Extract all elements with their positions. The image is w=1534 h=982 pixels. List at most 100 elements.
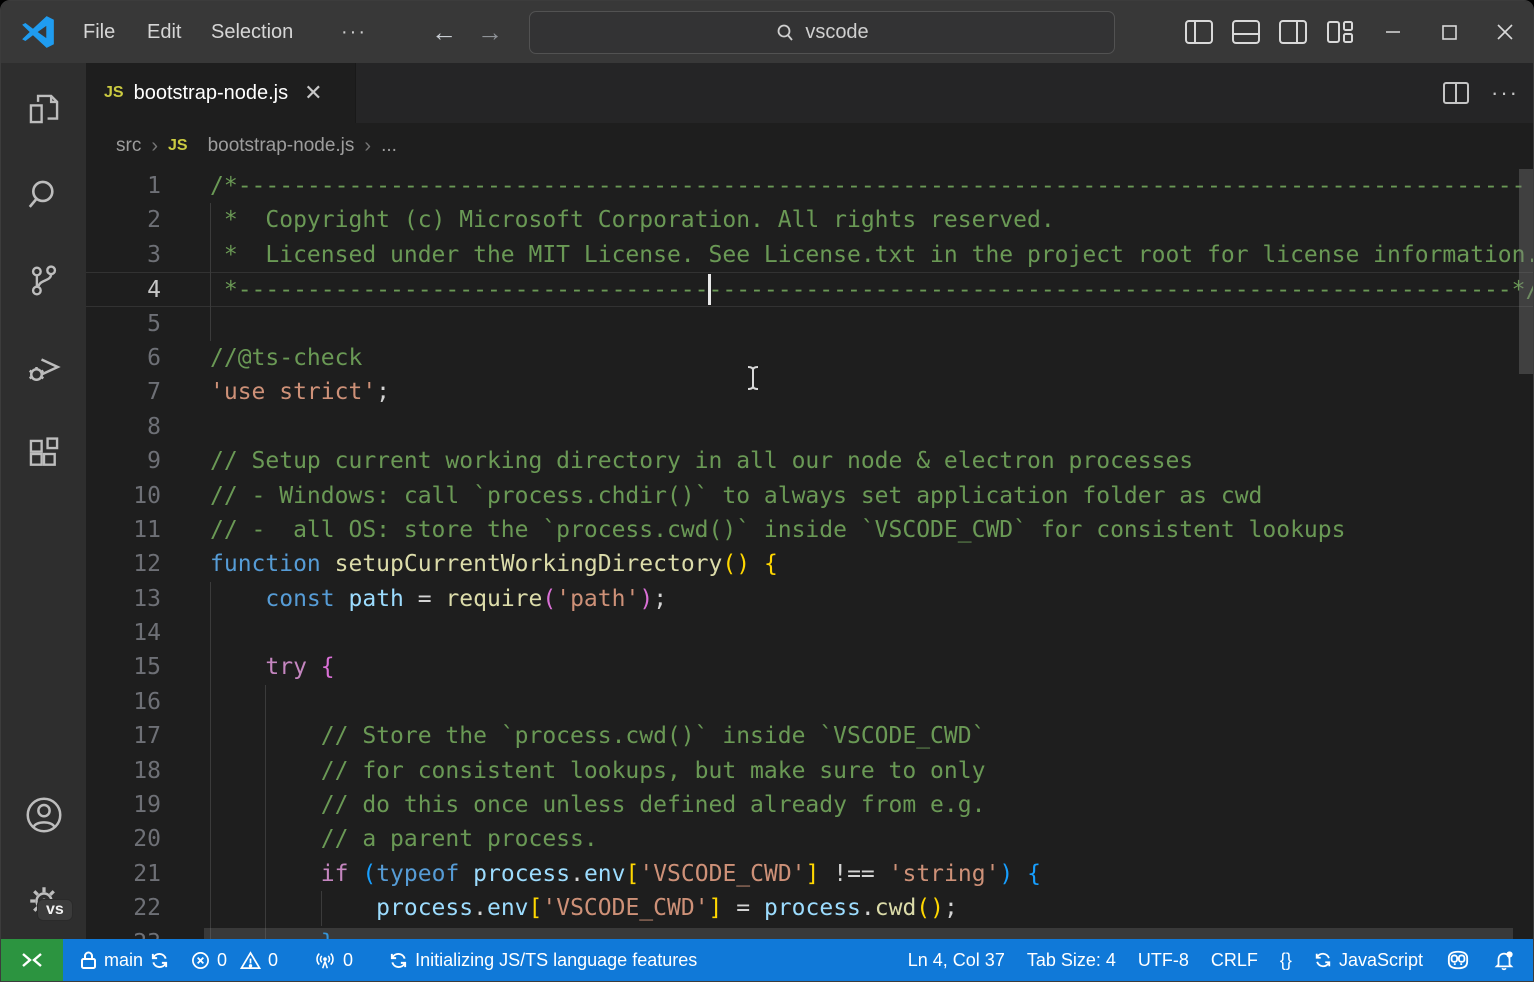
explorer-icon[interactable] xyxy=(1,83,86,135)
status-language-busy[interactable]: Initializing JS/TS language features xyxy=(378,939,708,981)
code-text: // - Windows: call `process.chdir()` to … xyxy=(161,479,1262,513)
status-eol[interactable]: CRLF xyxy=(1200,939,1269,981)
vertical-scrollbar[interactable] xyxy=(1519,169,1533,374)
toggle-secondary-sidebar-icon[interactable] xyxy=(1278,17,1308,47)
line-number[interactable]: 11 xyxy=(86,513,161,547)
line-number[interactable]: 2 xyxy=(86,203,161,237)
status-tab-size[interactable]: Tab Size: 4 xyxy=(1016,939,1127,981)
customize-layout-icon[interactable] xyxy=(1325,17,1355,47)
line-number[interactable]: 20 xyxy=(86,822,161,856)
menu-selection[interactable]: Selection xyxy=(199,1,305,63)
line-number[interactable]: 21 xyxy=(86,857,161,891)
line-number[interactable]: 19 xyxy=(86,788,161,822)
toggle-primary-sidebar-icon[interactable] xyxy=(1184,17,1214,47)
code-line[interactable]: 17 // Store the `process.cwd()` inside `… xyxy=(86,719,1533,753)
line-number[interactable]: 13 xyxy=(86,582,161,616)
line-number[interactable]: 3 xyxy=(86,238,161,272)
account-icon[interactable] xyxy=(1,789,86,841)
line-number[interactable]: 17 xyxy=(86,719,161,753)
line-number[interactable]: 9 xyxy=(86,444,161,478)
maximize-button[interactable] xyxy=(1421,1,1477,63)
code-line[interactable]: 13 const path = require('path'); xyxy=(86,582,1533,616)
line-number[interactable]: 7 xyxy=(86,375,161,409)
extensions-icon[interactable] xyxy=(1,428,86,480)
breadcrumb-file[interactable]: bootstrap-node.js xyxy=(208,135,355,157)
command-center-search[interactable]: vscode xyxy=(529,11,1115,54)
branch-name: main xyxy=(104,950,143,971)
close-button[interactable] xyxy=(1477,1,1533,63)
busy-message: Initializing JS/TS language features xyxy=(415,950,697,971)
status-braces-action[interactable]: {} xyxy=(1269,939,1303,981)
breadcrumb-symbol-ellipsis[interactable]: ... xyxy=(381,135,397,157)
menu-edit[interactable]: Edit xyxy=(135,1,193,63)
toggle-panel-icon[interactable] xyxy=(1231,17,1261,47)
menu-overflow[interactable]: ··· xyxy=(329,1,379,63)
status-branch[interactable]: main xyxy=(69,939,180,981)
run-debug-icon[interactable] xyxy=(1,341,86,393)
code-line[interactable]: 2 * Copyright (c) Microsoft Corporation.… xyxy=(86,203,1533,237)
line-number[interactable]: 16 xyxy=(86,685,161,719)
breadcrumb-folder[interactable]: src xyxy=(116,135,141,157)
code-line[interactable]: 4 *-------------------------------------… xyxy=(86,272,1533,306)
code-line[interactable]: 3 * Licensed under the MIT License. See … xyxy=(86,238,1533,272)
code-line[interactable]: 12function setupCurrentWorkingDirectory(… xyxy=(86,547,1533,581)
line-number[interactable]: 14 xyxy=(86,616,161,650)
code-line[interactable]: 9// Setup current working directory in a… xyxy=(86,444,1533,478)
code-line[interactable]: 5 xyxy=(86,307,1533,341)
line-number[interactable]: 12 xyxy=(86,547,161,581)
notifications-bell-icon[interactable] xyxy=(1482,939,1533,981)
code-line[interactable]: 11// - all OS: store the `process.cwd()`… xyxy=(86,513,1533,547)
code-line[interactable]: 14 xyxy=(86,616,1533,650)
code-text: // a parent process. xyxy=(161,822,598,856)
lock-icon xyxy=(80,950,97,970)
tab-close-icon[interactable]: ✕ xyxy=(304,82,322,104)
copilot-icon[interactable] xyxy=(1434,939,1482,981)
search-sidebar-icon[interactable] xyxy=(1,169,86,221)
code-text: // do this once unless defined already f… xyxy=(161,788,985,822)
title-bar: File Edit Selection ··· ← → vscode xyxy=(1,1,1533,63)
line-number[interactable]: 18 xyxy=(86,754,161,788)
status-encoding[interactable]: UTF-8 xyxy=(1127,939,1200,981)
ports-count: 0 xyxy=(343,950,353,971)
line-number[interactable]: 5 xyxy=(86,307,161,341)
minimize-button[interactable] xyxy=(1365,1,1421,63)
status-ports[interactable]: 0 xyxy=(303,939,364,981)
line-number[interactable]: 10 xyxy=(86,479,161,513)
code-editor[interactable]: 1/*-------------------------------------… xyxy=(86,169,1533,941)
line-number[interactable]: 8 xyxy=(86,410,161,444)
code-line[interactable]: 6//@ts-check xyxy=(86,341,1533,375)
error-icon xyxy=(191,951,210,970)
line-number[interactable]: 15 xyxy=(86,650,161,684)
code-line[interactable]: 19 // do this once unless defined alread… xyxy=(86,788,1533,822)
code-line[interactable]: 21 if (typeof process.env['VSCODE_CWD'] … xyxy=(86,857,1533,891)
line-number[interactable]: 6 xyxy=(86,341,161,375)
tab-bootstrap-node[interactable]: JS bootstrap-node.js ✕ xyxy=(86,63,356,123)
remote-indicator[interactable] xyxy=(1,939,63,981)
tab-label: bootstrap-node.js xyxy=(134,82,289,105)
settings-gear-icon[interactable]: vs xyxy=(1,875,86,927)
line-number[interactable]: 22 xyxy=(86,891,161,925)
code-line[interactable]: 8 xyxy=(86,410,1533,444)
source-control-icon[interactable] xyxy=(1,255,86,307)
code-text: process.env['VSCODE_CWD'] = process.cwd(… xyxy=(161,891,958,925)
code-text: try { xyxy=(161,650,335,684)
code-line[interactable]: 15 try { xyxy=(86,650,1533,684)
code-line[interactable]: 7'use strict'; xyxy=(86,375,1533,409)
navigate-forward-icon[interactable]: → xyxy=(473,15,507,49)
status-language-mode[interactable]: JavaScript xyxy=(1303,939,1434,981)
code-line[interactable]: 10// - Windows: call `process.chdir()` t… xyxy=(86,479,1533,513)
navigate-back-icon[interactable]: ← xyxy=(427,15,461,49)
status-line-col[interactable]: Ln 4, Col 37 xyxy=(897,939,1016,981)
sync-spin-icon xyxy=(389,951,408,970)
code-line[interactable]: 22 process.env['VSCODE_CWD'] = process.c… xyxy=(86,891,1533,925)
line-number[interactable]: 1 xyxy=(86,169,161,203)
split-editor-icon[interactable] xyxy=(1443,82,1469,104)
code-line[interactable]: 20 // a parent process. xyxy=(86,822,1533,856)
line-number[interactable]: 4 xyxy=(86,273,161,305)
status-problems[interactable]: 0 0 xyxy=(180,939,289,981)
code-line[interactable]: 18 // for consistent lookups, but make s… xyxy=(86,754,1533,788)
menu-file[interactable]: File xyxy=(71,1,127,63)
code-line[interactable]: 1/*-------------------------------------… xyxy=(86,169,1533,203)
editor-more-actions-icon[interactable]: ··· xyxy=(1491,80,1519,106)
code-line[interactable]: 16 xyxy=(86,685,1533,719)
